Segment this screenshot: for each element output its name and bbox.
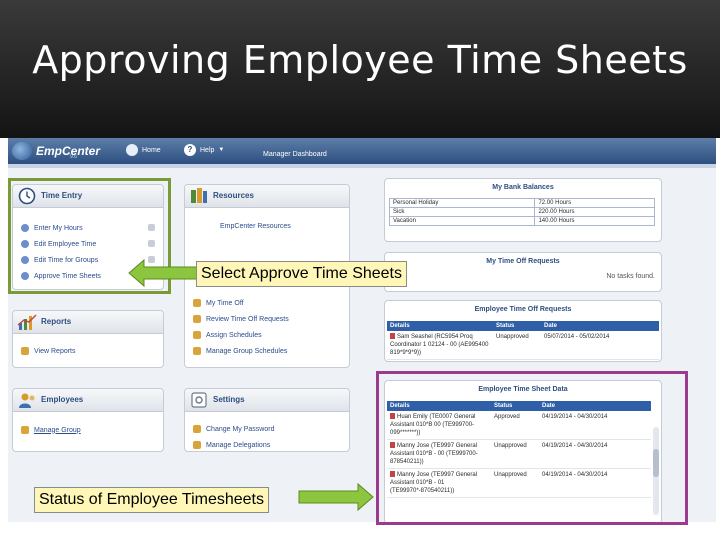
- resources-title: Resources: [213, 191, 254, 200]
- settings-title: Settings: [213, 395, 245, 404]
- column-header[interactable]: Status: [493, 321, 541, 331]
- employees-widget: Employees Manage Group: [12, 388, 164, 452]
- logo-text: EmpCenter: [36, 144, 101, 158]
- key-icon: [193, 425, 201, 433]
- request-date: 05/07/2014 - 05/02/2014: [541, 331, 659, 360]
- table-row: Personal Holiday 72.00 Hours: [388, 198, 655, 208]
- balance-name: Personal Holiday: [388, 198, 536, 208]
- report-icon: [21, 347, 29, 355]
- bank-balances-widget: My Bank Balances Personal Holiday 72.00 …: [384, 178, 662, 242]
- nav-home[interactable]: Home: [126, 144, 161, 156]
- balance-name: Sick: [388, 207, 536, 217]
- reports-widget: Reports View Reports: [12, 310, 164, 368]
- nav-help[interactable]: ? Help ▼: [184, 144, 224, 156]
- empcenter-logo-icon: [12, 142, 32, 160]
- timesheet-highlight-box: [376, 371, 688, 525]
- link-manage-delegations[interactable]: Manage Delegations: [193, 441, 270, 449]
- schedule-icon: [193, 331, 201, 339]
- balance-value: 140.00 Hours: [534, 216, 655, 226]
- resources-header: Resources: [185, 185, 349, 208]
- link-label: View Reports: [34, 347, 76, 355]
- link-review-time-off-requests[interactable]: Review Time Off Requests: [193, 315, 289, 323]
- link-change-my-password[interactable]: Change My Password: [193, 425, 274, 433]
- logo-version: 9.6: [70, 154, 77, 160]
- app-logo[interactable]: EmpCenter: [12, 141, 100, 161]
- link-empcenter-resources[interactable]: EmpCenter Resources: [220, 223, 291, 230]
- bank-balances-table: Personal Holiday 72.00 Hours Sick 220.00…: [388, 198, 655, 226]
- delegation-icon: [193, 441, 201, 449]
- link-view-reports[interactable]: View Reports: [21, 347, 76, 355]
- link-label: Manage Group: [34, 426, 81, 434]
- chevron-down-icon: ▼: [218, 147, 225, 153]
- callout-select-approve: Select Approve Time Sheets: [196, 261, 407, 287]
- empty-message: No tasks found.: [606, 273, 655, 280]
- schedule-icon: [193, 347, 201, 355]
- request-status: Unapproved: [493, 331, 541, 360]
- chart-icon: [17, 314, 37, 330]
- request-details[interactable]: Sam Seashel (RC5954 Proq Coordinator 1 0…: [387, 331, 493, 360]
- right-arrow-icon: [298, 482, 374, 512]
- dashboard-title: Manager Dashboard: [263, 151, 327, 158]
- settings-header: Settings: [185, 389, 349, 412]
- callout-timesheet-status: Status of Employee Timesheets: [34, 487, 269, 513]
- column-header[interactable]: Date: [541, 321, 659, 331]
- my-time-off-widget: My Time Off Requests No tasks found.: [384, 252, 662, 292]
- reports-header: Reports: [13, 311, 163, 334]
- home-icon: [126, 144, 138, 156]
- group-icon: [21, 426, 29, 434]
- link-label: Review Time Off Requests: [206, 315, 289, 323]
- nav-help-label: Help: [200, 146, 215, 154]
- link-manage-group[interactable]: Manage Group: [21, 426, 81, 434]
- slide-title: Approving Employee Time Sheets: [32, 38, 688, 82]
- link-label: Change My Password: [206, 425, 275, 433]
- link-manage-group-schedules[interactable]: Manage Group Schedules: [193, 347, 287, 355]
- link-label: Manage Group Schedules: [206, 347, 288, 355]
- table-row: Vacation 140.00 Hours: [388, 216, 655, 226]
- slide-header: Approving Employee Time Sheets: [0, 0, 720, 138]
- topbar-divider: [8, 164, 716, 168]
- link-my-time-off[interactable]: My Time Off: [193, 299, 244, 307]
- employees-header: Employees: [13, 389, 163, 412]
- my-time-off-title: My Time Off Requests: [486, 258, 560, 265]
- link-label: My Time Off: [206, 299, 244, 307]
- balance-value: 72.00 Hours: [534, 198, 655, 208]
- link-assign-schedules[interactable]: Assign Schedules: [193, 331, 262, 339]
- help-icon: ?: [184, 144, 196, 156]
- bank-balances-title: My Bank Balances: [492, 184, 554, 191]
- people-icon: [19, 393, 35, 408]
- settings-icon: [191, 392, 207, 408]
- employee-time-off-widget: Employee Time Off Requests Details Statu…: [384, 300, 662, 362]
- column-header[interactable]: Details: [387, 321, 493, 331]
- balance-name: Vacation: [388, 216, 536, 226]
- employee-time-off-table: Details Status Date Sam Seashel (RC5954 …: [387, 321, 659, 360]
- calendar-icon: [193, 315, 201, 323]
- request-details-text: Sam Seashel (RC5954 Proq Coordinator 1 0…: [390, 334, 489, 356]
- link-label: Manage Delegations: [206, 441, 271, 449]
- top-navigation-bar: EmpCenter 9.6 Home ? Help ▼ Manager Dash…: [8, 138, 716, 164]
- link-label: EmpCenter Resources: [220, 223, 291, 230]
- document-icon: [390, 333, 395, 339]
- table-row[interactable]: Sam Seashel (RC5954 Proq Coordinator 1 0…: [387, 331, 659, 360]
- settings-widget: Settings Change My Password Manage Deleg…: [184, 388, 350, 452]
- balance-value: 220.00 Hours: [534, 207, 655, 217]
- employees-title: Employees: [41, 395, 84, 404]
- reports-title: Reports: [41, 317, 72, 326]
- books-icon: [191, 188, 207, 203]
- link-label: Assign Schedules: [206, 331, 262, 339]
- calendar-icon: [193, 299, 201, 307]
- table-row: Sick 220.00 Hours: [388, 207, 655, 217]
- employee-time-off-title: Employee Time Off Requests: [474, 306, 572, 313]
- nav-home-label: Home: [142, 146, 161, 154]
